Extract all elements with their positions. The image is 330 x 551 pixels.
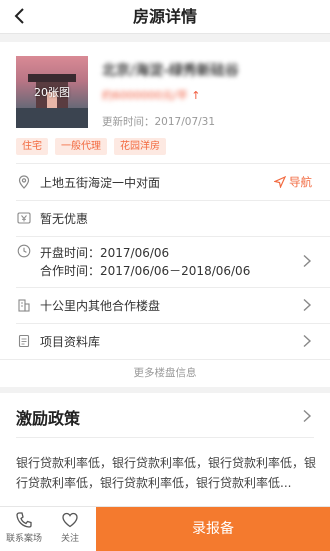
phone-icon [16,512,32,528]
image-roof [28,74,76,82]
project-docs-text: 项目资料库 [40,334,101,349]
address-row: 上地五街海淀一中对面 导航 [0,164,330,200]
document-icon [18,334,30,348]
address-text: 上地五街海淀一中对面 [40,175,161,190]
tag-item: 一般代理 [55,138,107,155]
image-ground [16,108,88,128]
open-date: 开盘时间：2017/06/06 [40,246,170,260]
tag-item: 花园洋房 [114,138,166,155]
incentive-body: 银行贷款利率低，银行贷款利率低，银行贷款利率低，银行贷款利率低，银行贷款利率低，… [16,456,317,490]
bottom-bar: 联系案场 关注 录报备 [0,506,330,551]
heart-icon [62,512,78,528]
tag-list: 住宅 一般代理 花园洋房 [16,138,166,155]
nearby-projects-row[interactable]: 十公里内其他合作楼盘 [0,287,330,323]
building-icon [18,299,30,312]
nav-bar: 房源详情 [0,0,330,34]
contact-site-label: 联系案场 [5,534,42,544]
image-count-caption: 20张图 [34,86,70,99]
dates-row[interactable]: 开盘时间：2017/06/06 合作时间：2017/06/06－2018/06/… [0,236,330,286]
project-price: 约6000000元/平 ↑ [102,87,200,103]
navigate-link[interactable]: 导航 [274,174,312,190]
divider [16,437,314,438]
discount-row: 暂无优惠 [0,200,330,236]
tag-item: 住宅 [16,138,48,155]
price-up-arrow: ↑ [191,89,201,102]
project-image[interactable]: 20张图 [16,56,88,128]
cooperation-date: 合作时间：2017/06/06－2018/06/06 [40,264,251,278]
incentive-title: 激励政策 [16,409,81,428]
chevron-right-icon[interactable] [302,409,312,423]
chevron-right-icon [303,298,312,312]
price-value: 约6000000元/平 [102,89,188,102]
update-time: 更新时间：2017/07/31 [102,116,216,128]
follow-label: 关注 [60,534,79,544]
project-card: 20张图 北京/海淀-绿秀新砝谷 约6000000元/平 ↑ 更新时间：2017… [0,42,330,387]
project-docs-row[interactable]: 项目资料库 [0,323,330,359]
clock-icon [17,244,31,258]
chevron-right-icon [303,334,312,348]
navigate-icon [274,176,286,188]
more-info-link[interactable]: 更多楼盘信息 [0,365,330,380]
nearby-projects-text: 十公里内其他合作楼盘 [40,298,161,313]
location-icon [18,175,30,189]
contact-site-button[interactable]: 联系案场 [2,511,46,544]
discount-text: 暂无优惠 [40,211,89,226]
yen-icon [17,212,31,224]
project-name: 北京/海淀-绿秀新砝谷 [102,63,239,79]
page-title: 房源详情 [132,7,197,26]
navigate-label: 导航 [289,175,312,189]
divider [0,359,330,360]
follow-button[interactable]: 关注 [48,511,92,544]
chevron-right-icon [303,254,312,268]
report-button[interactable]: 录报备 [96,507,330,551]
